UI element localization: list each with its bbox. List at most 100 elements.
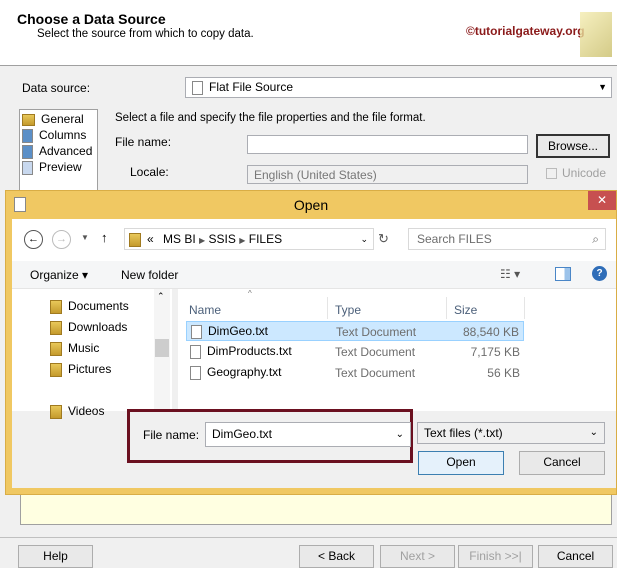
browse-button[interactable]: Browse... [536,134,610,158]
file-name: Geography.txt [207,365,282,379]
help-button[interactable]: Help [18,545,93,568]
chevron-down-icon: ⌄ [395,429,404,440]
file-row[interactable]: DimGeo.txt Text Document 88,540 KB [186,321,524,341]
locale-select[interactable]: English (United States) [247,165,528,184]
text-file-icon [190,365,201,380]
sort-arrow-icon: ^ [248,289,252,298]
file-name-label: File name: [115,135,172,149]
chevron-down-icon: ⌄ [589,427,598,438]
page-item-advanced[interactable]: Advanced [22,144,92,159]
nav-scrollbar[interactable]: ⌃ [154,289,170,411]
data-source-value: Flat File Source [209,80,294,94]
up-arrow-icon[interactable]: ↑ [101,230,108,245]
breadcrumb-ssis[interactable]: SSIS [209,232,236,246]
new-folder-button[interactable]: New folder [121,268,178,282]
pictures-icon [50,362,62,377]
file-row[interactable]: DimProducts.txt Text Document 7,175 KB [186,342,524,362]
breadcrumb-ms-bi[interactable]: MS BI [163,232,196,246]
unicode-label: Unicode [562,166,607,180]
breadcrumb-files[interactable]: FILES [249,232,282,246]
refresh-icon[interactable]: ↻ [378,231,389,247]
page-title: Choose a Data Source [17,11,166,27]
column-type[interactable]: Type [335,303,361,317]
folder-icon [129,232,141,247]
dialog-cancel-button[interactable]: Cancel [519,451,605,475]
back-button[interactable]: < Back [299,545,374,568]
file-type: Text Document [335,366,416,380]
file-row[interactable]: Geography.txt Text Document 56 KB [186,363,524,383]
nav-downloads[interactable]: Downloads [50,320,127,335]
next-button[interactable]: Next > [380,545,455,568]
page-subtitle: Select the source from which to copy dat… [37,28,254,40]
column-size[interactable]: Size [454,303,477,317]
page-item-preview[interactable]: Preview [22,160,82,175]
locale-value: English (United States) [254,168,377,182]
search-placeholder: Search FILES [417,232,492,246]
breadcrumb-overflow[interactable]: « [147,232,154,246]
file-type-value: Text files (*.txt) [424,426,503,440]
file-name: DimGeo.txt [208,324,269,338]
search-input[interactable]: Search FILES ⌕ [408,228,606,250]
page-label: Columns [39,128,87,142]
file-type-select[interactable]: Text files (*.txt) ⌄ [417,422,605,444]
page-label: General [41,112,84,126]
column-name[interactable]: Name [189,303,221,317]
nav-videos[interactable]: Videos [50,404,104,419]
flat-file-icon [192,80,203,95]
finish-button[interactable]: Finish >>| [458,545,533,568]
nav-label: Documents [68,299,129,313]
organize-button[interactable]: Organize ▾ [30,268,88,282]
close-icon[interactable]: ✕ [588,191,616,210]
nav-music[interactable]: Music [50,341,99,356]
search-icon: ⌕ [592,232,599,246]
file-name: DimProducts.txt [207,344,292,358]
address-bar[interactable]: « MS BI ▶ SSIS ▶ FILES ⌄ [124,228,374,250]
nav-label: Music [68,341,100,355]
data-source-select[interactable]: Flat File Source ▼ [185,77,612,98]
recent-dropdown-icon[interactable]: ▼ [81,233,89,242]
file-name-value: DimGeo.txt [212,427,273,441]
cancel-button[interactable]: Cancel [538,545,613,568]
help-icon[interactable]: ? [592,266,607,281]
nav-label: Downloads [68,320,128,334]
toolbar: Organize ▾ New folder ☷ ▾ ? [12,261,616,289]
dialog-title: Open [293,197,329,213]
file-list: ^ Name Type Size DimGeo.txt Text Documen… [178,289,616,411]
page-item-general[interactable]: General [22,112,84,126]
scroll-thumb[interactable] [155,339,169,357]
unicode-checkbox[interactable]: Unicode [546,166,606,180]
text-file-icon [191,324,202,339]
locale-label: Locale: [130,165,169,179]
preview-pane-icon[interactable] [555,267,571,281]
view-options-icon[interactable]: ☷ ▾ [500,267,520,281]
file-type: Text Document [336,325,417,339]
wizard-header: Choose a Data Source Select the source f… [0,0,617,66]
file-size: 56 KB [487,366,520,380]
navigation-pane: Documents Downloads Music Pictures Video… [12,289,172,419]
page-item-columns[interactable]: Columns [22,128,86,143]
back-arrow-icon[interactable]: ← [24,230,43,249]
dialog-file-name-input[interactable]: DimGeo.txt ⌄ [205,422,411,447]
nav-label: Videos [68,404,105,418]
text-file-icon [190,344,201,359]
forward-arrow-icon[interactable]: → [52,230,71,249]
wizard-logo-icon [580,12,612,57]
address-row: ← → ▼ ↑ « MS BI ▶ SSIS ▶ FILES ⌄ ↻ Searc… [12,219,616,261]
dialog-file-name-label: File name: [143,428,200,442]
nav-documents[interactable]: Documents [50,299,129,314]
open-dialog: Open ✕ ← → ▼ ↑ « MS BI ▶ SSIS ▶ FILES ⌄ … [5,190,617,495]
nav-pictures[interactable]: Pictures [50,362,111,377]
file-size: 7,175 KB [470,345,520,359]
file-size: 88,540 KB [462,325,519,339]
columns-icon [22,128,33,143]
documents-icon [50,299,62,314]
message-area [20,490,612,525]
address-dropdown-icon[interactable]: ⌄ [360,229,368,249]
open-button[interactable]: Open [418,451,504,475]
downloads-icon [50,320,62,335]
chevron-down-icon: ▼ [598,82,607,92]
file-name-input[interactable] [247,135,528,154]
scroll-up-icon[interactable]: ⌃ [157,291,165,302]
preview-icon [22,160,33,175]
nav-label: Pictures [68,362,112,376]
